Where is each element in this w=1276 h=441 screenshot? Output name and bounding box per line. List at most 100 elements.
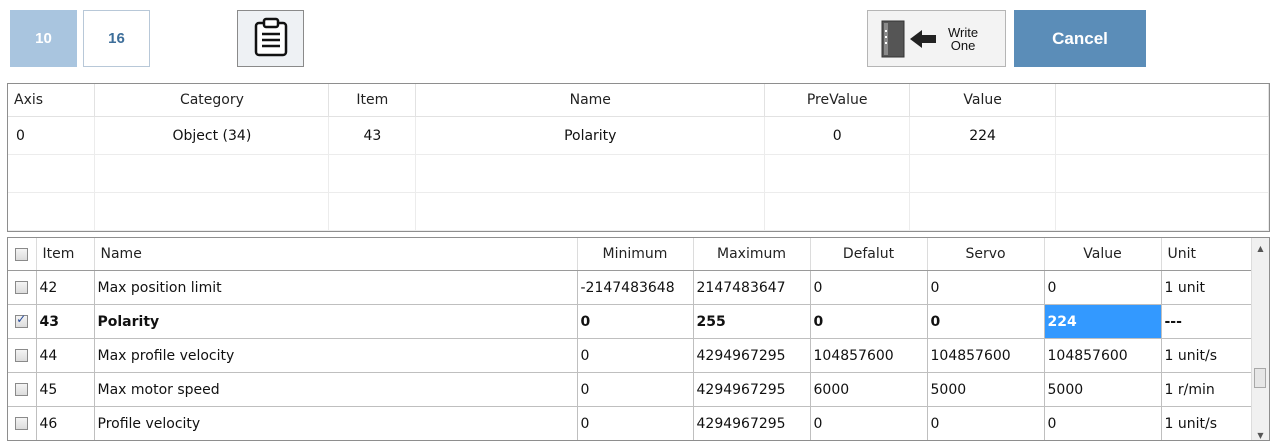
- cell-item[interactable]: 45: [36, 372, 95, 407]
- cell-name[interactable]: Max position limit: [94, 270, 578, 305]
- column-header-value[interactable]: Value: [909, 84, 1057, 117]
- cell-item[interactable]: 46: [36, 406, 95, 440]
- table-row[interactable]: 46 Profile velocity 0 4294967295 0 0 0 1…: [8, 406, 1252, 440]
- column-header-minimum[interactable]: Minimum: [577, 238, 694, 271]
- cell-name[interactable]: [415, 192, 766, 231]
- table-row[interactable]: 45 Max motor speed 0 4294967295 6000 500…: [8, 372, 1252, 407]
- cell-unit[interactable]: 1 r/min: [1161, 372, 1252, 407]
- scroll-up-arrow-icon[interactable]: ▲: [1252, 244, 1269, 253]
- cell-servo[interactable]: 0: [927, 406, 1045, 440]
- cell-category[interactable]: Object (34): [94, 116, 330, 155]
- cell-minimum[interactable]: 0: [577, 338, 694, 373]
- select-all-header[interactable]: [8, 238, 37, 271]
- cell-name[interactable]: Profile velocity: [94, 406, 578, 440]
- table-row[interactable]: 44 Max profile velocity 0 4294967295 104…: [8, 338, 1252, 373]
- cell-default[interactable]: 0: [810, 406, 928, 440]
- cell-minimum[interactable]: 0: [577, 304, 694, 339]
- decimal-mode-button[interactable]: 10: [10, 10, 77, 67]
- column-header-axis[interactable]: Axis: [8, 84, 96, 117]
- cell-prevalue[interactable]: [764, 154, 911, 193]
- column-header-value[interactable]: Value: [1044, 238, 1162, 271]
- row-checkbox[interactable]: [15, 349, 29, 362]
- cell-axis[interactable]: [8, 154, 96, 193]
- column-header-maximum[interactable]: Maximum: [693, 238, 811, 271]
- cell-servo[interactable]: 0: [927, 270, 1045, 305]
- cell-maximum[interactable]: 2147483647: [693, 270, 811, 305]
- column-header-item[interactable]: Item: [328, 84, 417, 117]
- row-select-cell[interactable]: [8, 270, 37, 305]
- cell-unit[interactable]: 1 unit/s: [1161, 406, 1252, 440]
- cell-name[interactable]: Max profile velocity: [94, 338, 578, 373]
- column-header-prevalue[interactable]: PreValue: [764, 84, 911, 117]
- vertical-scrollbar[interactable]: ▲ ▼: [1251, 238, 1269, 440]
- cell-item[interactable]: 44: [36, 338, 95, 373]
- cell-value[interactable]: 104857600: [1044, 338, 1162, 373]
- cell-axis[interactable]: 0: [8, 116, 96, 155]
- cell-axis[interactable]: [8, 192, 96, 231]
- cell-servo[interactable]: 5000: [927, 372, 1045, 407]
- cell-unit[interactable]: 1 unit: [1161, 270, 1252, 305]
- cell-value-selected[interactable]: 224: [1044, 304, 1162, 339]
- row-select-cell[interactable]: [8, 372, 37, 407]
- pending-changes-grid[interactable]: Axis Category Item Name PreValue Value 0…: [7, 83, 1270, 232]
- column-header-servo[interactable]: Servo: [927, 238, 1045, 271]
- cancel-button[interactable]: Cancel: [1014, 10, 1146, 67]
- row-select-cell[interactable]: [8, 304, 37, 339]
- cell-maximum[interactable]: 255: [693, 304, 811, 339]
- cell-prevalue[interactable]: 0: [764, 116, 911, 155]
- cell-value[interactable]: [909, 154, 1057, 193]
- cell-name[interactable]: Max motor speed: [94, 372, 578, 407]
- clipboard-button[interactable]: [237, 10, 304, 67]
- column-header-item[interactable]: Item: [36, 238, 95, 271]
- cell-value[interactable]: 0: [1044, 270, 1162, 305]
- cell-default[interactable]: 0: [810, 304, 928, 339]
- hex-mode-button[interactable]: 16: [83, 10, 150, 67]
- cell-maximum[interactable]: 4294967295: [693, 338, 811, 373]
- cell-maximum[interactable]: 4294967295: [693, 372, 811, 407]
- scrollbar-thumb[interactable]: [1254, 368, 1266, 388]
- cell-servo[interactable]: 104857600: [927, 338, 1045, 373]
- table-row[interactable]: 0 Object (34) 43 Polarity 0 224: [8, 116, 1269, 155]
- row-select-cell[interactable]: [8, 338, 37, 373]
- cell-category[interactable]: [94, 192, 330, 231]
- cell-value[interactable]: 5000: [1044, 372, 1162, 407]
- cell-item[interactable]: 43: [36, 304, 95, 339]
- table-row[interactable]: 42 Max position limit -2147483648 214748…: [8, 270, 1252, 305]
- cell-prevalue[interactable]: [764, 192, 911, 231]
- scroll-down-arrow-icon[interactable]: ▼: [1252, 431, 1269, 440]
- cell-servo[interactable]: 0: [927, 304, 1045, 339]
- cell-maximum[interactable]: 4294967295: [693, 406, 811, 440]
- column-header-category[interactable]: Category: [94, 84, 330, 117]
- parameter-grid[interactable]: Item Name Minimum Maximum Defalut Servo …: [7, 237, 1270, 441]
- row-select-cell[interactable]: [8, 406, 37, 440]
- cell-category[interactable]: [94, 154, 330, 193]
- column-header-name[interactable]: Name: [94, 238, 578, 271]
- table-row[interactable]: [8, 192, 1269, 231]
- cell-item[interactable]: 43: [328, 116, 417, 155]
- cell-name[interactable]: Polarity: [415, 116, 766, 155]
- row-checkbox-checked[interactable]: [15, 312, 29, 328]
- row-checkbox[interactable]: [15, 417, 29, 430]
- cell-name[interactable]: [415, 154, 766, 193]
- cell-minimum[interactable]: 0: [577, 406, 694, 440]
- cell-value[interactable]: [909, 192, 1057, 231]
- table-row[interactable]: 43 Polarity 0 255 0 0 224 ---: [8, 304, 1252, 339]
- cell-default[interactable]: 0: [810, 270, 928, 305]
- cell-value[interactable]: 224: [909, 116, 1057, 155]
- cell-unit[interactable]: ---: [1161, 304, 1252, 339]
- cell-minimum[interactable]: 0: [577, 372, 694, 407]
- cell-minimum[interactable]: -2147483648: [577, 270, 694, 305]
- cell-item[interactable]: [328, 192, 417, 231]
- cell-unit[interactable]: 1 unit/s: [1161, 338, 1252, 373]
- cell-item[interactable]: [328, 154, 417, 193]
- row-checkbox[interactable]: [15, 281, 29, 294]
- write-one-button[interactable]: Write One: [867, 10, 1006, 67]
- cell-default[interactable]: 104857600: [810, 338, 928, 373]
- column-header-name[interactable]: Name: [415, 84, 766, 117]
- cell-name[interactable]: Polarity: [94, 304, 578, 339]
- cell-value[interactable]: 0: [1044, 406, 1162, 440]
- cell-default[interactable]: 6000: [810, 372, 928, 407]
- select-all-checkbox[interactable]: [15, 247, 29, 261]
- cell-item[interactable]: 42: [36, 270, 95, 305]
- table-row[interactable]: [8, 154, 1269, 193]
